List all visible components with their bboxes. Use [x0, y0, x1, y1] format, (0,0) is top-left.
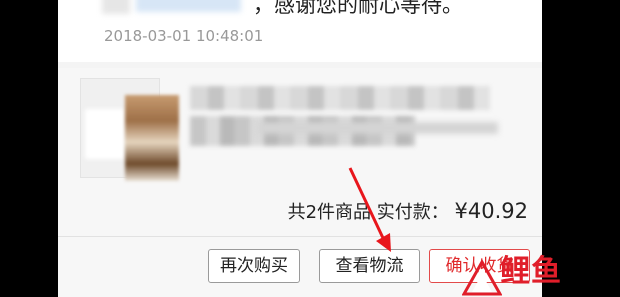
- divider: [58, 236, 542, 237]
- rebuy-button[interactable]: 再次购买: [208, 249, 300, 283]
- order-summary: 共2件商品 实付款： ¥40.92: [288, 198, 528, 224]
- paid-label: 实付款：: [376, 202, 449, 223]
- product-thumbnail[interactable]: [80, 78, 179, 181]
- blurred-sender-name: [136, 0, 241, 12]
- blurred-avatar: [102, 0, 130, 14]
- message-card: ，感谢您的耐心等待。 2018-03-01 10:48:01: [58, 0, 542, 62]
- paid-total: ¥40.92: [454, 199, 528, 223]
- watermark-logo-icon: [462, 258, 502, 296]
- view-logistics-button[interactable]: 查看物流: [319, 249, 420, 283]
- message-timestamp: 2018-03-01 10:48:01: [104, 27, 264, 45]
- item-count: 共2件商品: [287, 202, 372, 223]
- product-image: [125, 95, 179, 181]
- watermark-text: 鲤鱼: [500, 254, 562, 289]
- watermark-logo: 鲤鱼: [460, 252, 620, 297]
- blurred-product-title-line3: [258, 122, 498, 134]
- thumbnail-blur: [85, 109, 125, 159]
- blurred-product-title: [190, 86, 490, 110]
- message-text: ，感谢您的耐心等待。: [253, 0, 463, 17]
